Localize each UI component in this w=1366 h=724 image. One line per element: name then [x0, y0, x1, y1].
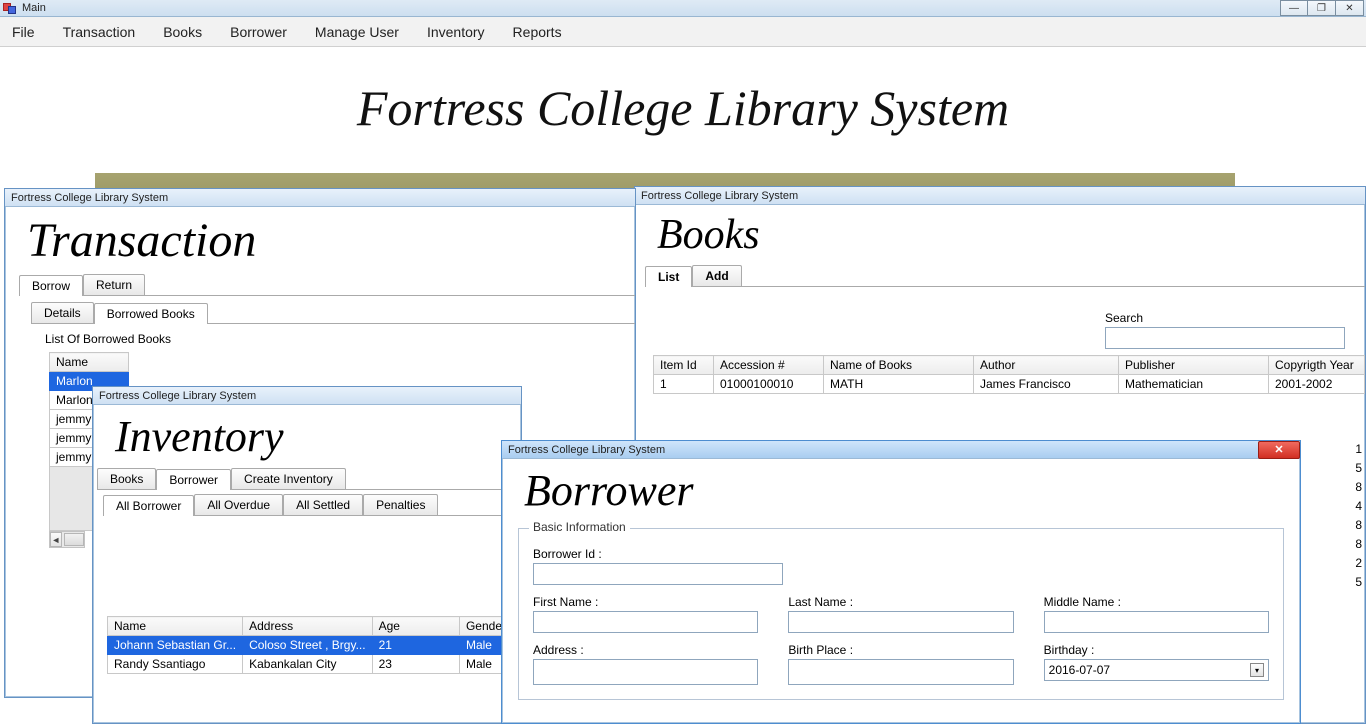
transaction-window-title: Fortress College Library System: [11, 192, 168, 204]
books-tab-list[interactable]: List: [645, 266, 692, 287]
books-year-column-tail: 1 5 8 4 8 8 2 5: [1355, 440, 1362, 592]
books-search-label: Search: [1105, 311, 1345, 325]
borrower-close-button[interactable]: ✕: [1258, 441, 1300, 459]
inv-col-age[interactable]: Age: [372, 617, 459, 636]
scroll-left-icon[interactable]: ◄: [50, 532, 62, 547]
inv-sub-overdue[interactable]: All Overdue: [194, 494, 283, 515]
inv-sub-penalties[interactable]: Penalties: [363, 494, 438, 515]
borrowed-col-name[interactable]: Name: [50, 353, 129, 372]
minimize-button[interactable]: —: [1280, 0, 1308, 16]
menu-manage-user[interactable]: Manage User: [315, 24, 399, 40]
books-col-itemid[interactable]: Item Id: [654, 356, 714, 375]
borrower-window: Fortress College Library System ✕ Borrow…: [501, 440, 1301, 724]
label-birthplace: Birth Place :: [788, 643, 1013, 657]
borrowed-hscrollbar[interactable]: ◄: [49, 531, 85, 548]
borrower-window-title: Fortress College Library System: [508, 444, 665, 456]
borrower-heading: Borrower: [502, 459, 1300, 522]
tab-details[interactable]: Details: [31, 302, 94, 323]
books-window-title: Fortress College Library System: [641, 190, 798, 202]
inventory-table[interactable]: Name Address Age Gender Johann Sebastian…: [107, 616, 513, 674]
scroll-thumb[interactable]: [64, 533, 84, 546]
label-middle-name: Middle Name :: [1044, 595, 1269, 609]
birthplace-field[interactable]: [788, 659, 1013, 685]
table-row[interactable]: Randy Ssantiago Kabankalan City 23 Male: [108, 655, 513, 674]
books-col-publisher[interactable]: Publisher: [1119, 356, 1269, 375]
basic-info-legend: Basic Information: [529, 520, 630, 534]
inv-col-address[interactable]: Address: [243, 617, 373, 636]
inv-tab-create[interactable]: Create Inventory: [231, 468, 346, 489]
label-last-name: Last Name :: [788, 595, 1013, 609]
borrower-window-titlebar[interactable]: Fortress College Library System ✕: [502, 441, 1300, 459]
close-button[interactable]: ✕: [1336, 0, 1364, 16]
books-table[interactable]: Item Id Accession # Name of Books Author…: [653, 355, 1365, 394]
transaction-window-titlebar[interactable]: Fortress College Library System: [5, 189, 635, 207]
menu-borrower[interactable]: Borrower: [230, 24, 287, 40]
first-name-field[interactable]: [533, 611, 758, 633]
transaction-heading: Transaction: [5, 207, 635, 274]
app-icon: [2, 1, 18, 15]
menubar: File Transaction Books Borrower Manage U…: [0, 17, 1366, 47]
inventory-window-titlebar[interactable]: Fortress College Library System: [93, 387, 521, 405]
menu-books[interactable]: Books: [163, 24, 202, 40]
menu-inventory[interactable]: Inventory: [427, 24, 485, 40]
label-address: Address :: [533, 643, 758, 657]
label-borrower-id: Borrower Id :: [533, 547, 783, 561]
inventory-window: Fortress College Library System Inventor…: [92, 386, 522, 724]
inv-tab-borrower[interactable]: Borrower: [156, 469, 231, 490]
tab-return[interactable]: Return: [83, 274, 145, 295]
basic-info-fieldset: Basic Information Borrower Id : First Na…: [518, 528, 1284, 700]
books-window-titlebar[interactable]: Fortress College Library System: [635, 187, 1365, 205]
books-search-input[interactable]: [1105, 327, 1345, 349]
birthday-value: 2016-07-07: [1049, 663, 1110, 677]
tab-borrow[interactable]: Borrow: [19, 275, 83, 296]
middle-name-field[interactable]: [1044, 611, 1269, 633]
inv-sub-settled[interactable]: All Settled: [283, 494, 363, 515]
books-col-author[interactable]: Author: [974, 356, 1119, 375]
books-col-accession[interactable]: Accession #: [714, 356, 824, 375]
table-row[interactable]: 1 01000100010 MATH James Francisco Mathe…: [654, 375, 1365, 394]
main-window-title: Main: [22, 2, 46, 14]
inventory-heading: Inventory: [93, 405, 521, 468]
menu-reports[interactable]: Reports: [513, 24, 562, 40]
label-first-name: First Name :: [533, 595, 758, 609]
inv-tab-books[interactable]: Books: [97, 468, 156, 489]
inv-col-name[interactable]: Name: [108, 617, 243, 636]
books-col-name[interactable]: Name of Books: [824, 356, 974, 375]
borrower-id-field[interactable]: [533, 563, 783, 585]
menu-file[interactable]: File: [12, 24, 35, 40]
birthday-datepicker[interactable]: 2016-07-07 ▾: [1044, 659, 1269, 681]
books-tab-add[interactable]: Add: [692, 265, 741, 286]
window-controls: — ❐ ✕: [1280, 0, 1364, 16]
books-col-year[interactable]: Copyrigth Year: [1269, 356, 1365, 375]
inventory-window-title: Fortress College Library System: [99, 390, 256, 402]
main-window-titlebar: Main — ❐ ✕: [0, 0, 1366, 17]
address-field[interactable]: [533, 659, 758, 685]
label-birthday: Birthday :: [1044, 643, 1269, 657]
books-heading: Books: [635, 205, 1365, 265]
table-row[interactable]: Johann Sebastian Gr... Coloso Street , B…: [108, 636, 513, 655]
menu-transaction[interactable]: Transaction: [63, 24, 136, 40]
inv-sub-all[interactable]: All Borrower: [103, 495, 194, 516]
tab-borrowed-books[interactable]: Borrowed Books: [94, 303, 208, 324]
borrowed-list-label: List Of Borrowed Books: [5, 324, 635, 346]
calendar-dropdown-icon[interactable]: ▾: [1250, 663, 1264, 677]
last-name-field[interactable]: [788, 611, 1013, 633]
app-title: Fortress College Library System: [0, 47, 1366, 155]
maximize-button[interactable]: ❐: [1308, 0, 1336, 16]
